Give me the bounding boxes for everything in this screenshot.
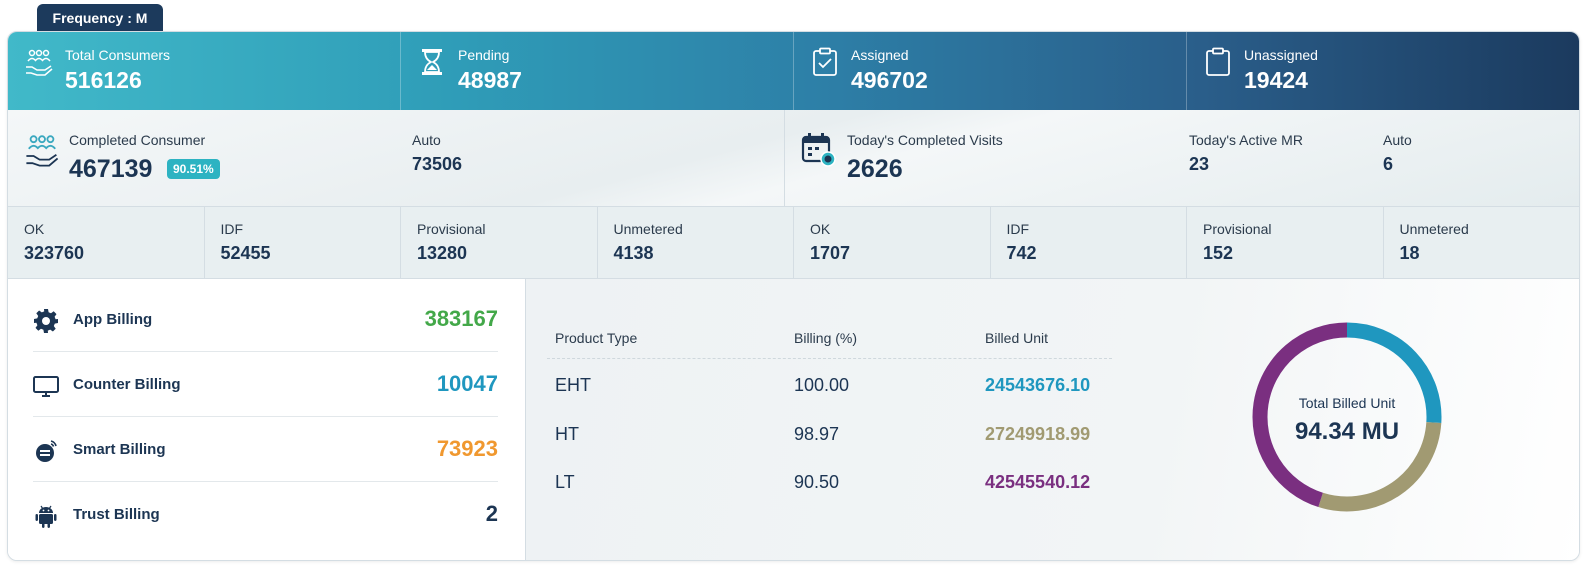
status-unmetered: Unmetered 4138	[598, 207, 794, 278]
column-header-billed-unit: Billed Unit	[985, 330, 1049, 346]
clipboard-check-icon	[813, 47, 837, 76]
billing-label: Counter Billing	[73, 376, 181, 393]
column-header-billing: Billing (%)	[794, 330, 858, 346]
donut-center-label: Total Billed Unit	[1298, 395, 1396, 411]
consumers-icon	[26, 135, 59, 167]
completed-consumer-value: 467139	[69, 155, 153, 183]
billing-value: 73923	[436, 436, 498, 461]
clipboard-empty-icon	[1206, 47, 1230, 76]
billing-item-smart[interactable]: Smart Billing 73923	[33, 417, 498, 482]
stat-assigned: Assigned 496702	[794, 32, 1187, 110]
status-visit-provisional: Provisional 152	[1187, 207, 1384, 278]
gear-icon	[34, 309, 58, 333]
status-row: OK 323760 IDF 52455 Provisional 13280 Un…	[8, 207, 1579, 279]
hourglass-icon	[422, 49, 442, 75]
active-mr-value: 23	[1189, 154, 1210, 174]
billing-list: App Billing 383167 Counter Billing 10047…	[8, 279, 525, 560]
auto-value: 73506	[412, 154, 463, 174]
status-label: Unmetered	[1399, 221, 1469, 237]
status-label: OK	[24, 221, 45, 237]
top-stats-row: Total Consumers 516126 Pending 48987 Ass…	[8, 32, 1579, 110]
status-provisional: Provisional 13280	[401, 207, 598, 278]
row-eht-unit: 24543676.10	[985, 375, 1091, 395]
stat-label: Total Consumers	[65, 47, 171, 63]
billing-label: App Billing	[73, 311, 153, 328]
monitor-icon	[33, 376, 59, 397]
billed-unit-donut: Total Billed Unit 94.34 MU	[1252, 322, 1442, 512]
stat-unassigned: Unassigned 19424	[1187, 32, 1579, 110]
status-label: Provisional	[417, 221, 486, 237]
auto-mr-label: Auto	[1383, 132, 1412, 148]
summary-divider	[784, 110, 785, 207]
completed-consumer-label: Completed Consumer	[69, 132, 206, 148]
billing-label: Smart Billing	[73, 441, 166, 458]
billing-label: Trust Billing	[73, 506, 160, 523]
donut-slice-lt[interactable]	[1252, 322, 1348, 508]
completed-visits-value: 2626	[847, 155, 903, 183]
table-header-divider	[547, 358, 1112, 359]
status-value: 4138	[613, 243, 654, 263]
auto-mr-value: 6	[1383, 154, 1394, 174]
status-label: Provisional	[1203, 221, 1272, 237]
stat-pending: Pending 48987	[401, 32, 794, 110]
auto-label: Auto	[412, 132, 441, 148]
billing-item-counter[interactable]: Counter Billing 10047	[33, 352, 498, 417]
stat-value: 48987	[458, 67, 522, 93]
consumers-icon	[26, 49, 53, 76]
frequency-tab[interactable]: Frequency : M	[37, 4, 163, 31]
row-lt-billing: 90.50	[794, 472, 840, 492]
row-ht-unit: 27249918.99	[985, 424, 1091, 444]
android-icon	[35, 505, 57, 528]
row-eht-type: EHT	[555, 375, 591, 395]
row-ht-type: HT	[555, 424, 579, 444]
status-value: 152	[1203, 243, 1234, 263]
product-billing-panel: Product Type Billing (%) Billed Unit EHT…	[525, 279, 1579, 560]
completed-percent-badge: 90.51%	[167, 159, 220, 179]
completed-visits-label: Today's Completed Visits	[847, 132, 1003, 148]
status-idf: IDF 52455	[205, 207, 401, 278]
stat-label: Unassigned	[1244, 47, 1318, 63]
stat-label: Pending	[458, 47, 510, 63]
status-label: Unmetered	[613, 221, 683, 237]
column-header-product-type: Product Type	[555, 330, 638, 346]
calendar-icon	[801, 133, 836, 167]
billing-item-trust[interactable]: Trust Billing 2	[33, 482, 498, 547]
donut-center-value: 94.34 MU	[1294, 418, 1400, 445]
stat-value: 516126	[65, 67, 142, 93]
row-eht-billing: 100.00	[794, 375, 850, 395]
stat-total-consumers: Total Consumers 516126	[8, 32, 401, 110]
status-value: 52455	[220, 243, 271, 263]
smart-meter-icon	[36, 440, 57, 462]
row-lt-unit: 42545540.12	[985, 472, 1091, 492]
status-value: 13280	[417, 243, 468, 263]
status-label: IDF	[1006, 221, 1030, 237]
stat-value: 19424	[1244, 67, 1308, 93]
donut-chart	[1252, 322, 1442, 512]
status-visit-unmetered: Unmetered 18	[1384, 207, 1580, 278]
status-value: 323760	[24, 243, 85, 263]
status-ok: OK 323760	[8, 207, 205, 278]
dashboard-card: Total Consumers 516126 Pending 48987 Ass…	[7, 31, 1580, 561]
billing-item-app[interactable]: App Billing 383167	[33, 287, 498, 352]
status-value: 1707	[810, 243, 851, 263]
row-ht-billing: 98.97	[794, 424, 840, 444]
billing-value: 2	[485, 501, 498, 526]
status-visit-ok: OK 1707	[794, 207, 991, 278]
stat-label: Assigned	[851, 47, 909, 63]
billing-value: 383167	[424, 306, 498, 331]
status-value: 742	[1006, 243, 1037, 263]
active-mr-label: Today's Active MR	[1189, 132, 1303, 148]
status-visit-idf: IDF 742	[991, 207, 1187, 278]
billing-value: 10047	[436, 371, 498, 396]
summary-row: Completed Consumer 467139 90.51% Auto 73…	[8, 110, 1579, 207]
status-label: IDF	[220, 221, 244, 237]
row-lt-type: LT	[555, 472, 575, 492]
status-value: 18	[1399, 243, 1420, 263]
stat-value: 496702	[851, 67, 928, 93]
status-label: OK	[810, 221, 831, 237]
